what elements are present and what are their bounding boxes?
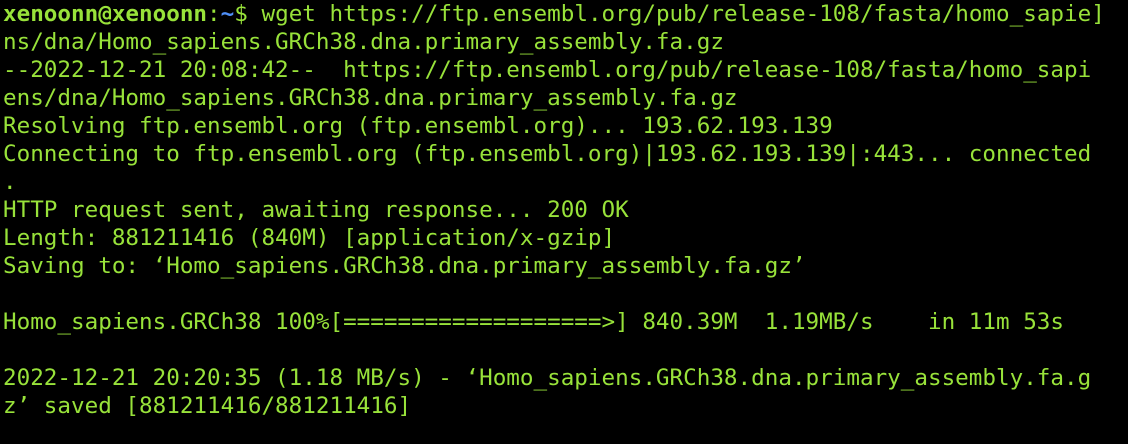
output-line: --2022-12-21 20:08:42-- https://ftp.ense… [3, 57, 1092, 83]
command-line-continued: ns/dna/Homo_sapiens.GRCh38.dna.primary_a… [3, 29, 724, 55]
terminal-window[interactable]: xenoonn@xenoonn:~$ wget https://ftp.ense… [0, 0, 1128, 444]
output-line: Length: 881211416 (840M) [application/x-… [3, 225, 616, 251]
output-line: ens/dna/Homo_sapiens.GRCh38.dna.primary_… [3, 85, 738, 111]
progress-line: Homo_sapiens.GRCh38 100%[===============… [3, 309, 1065, 335]
output-line: Saving to: ‘Homo_sapiens.GRCh38.dna.prim… [3, 253, 806, 279]
prompt-path: ~ [220, 1, 235, 27]
saved-line: z’ saved [881211416/881211416] [3, 393, 412, 419]
prompt-separator: : [207, 1, 221, 27]
command-text: wget https://ftp.ensembl.org/pub/release… [261, 1, 1092, 27]
prompt-dollar: $ [234, 1, 262, 27]
prompt-user-host: xenoonn@xenoonn [3, 1, 208, 27]
saved-line: 2022-12-21 20:20:35 (1.18 MB/s) - ‘Homo_… [3, 365, 1092, 391]
output-line: Resolving ftp.ensembl.org (ftp.ensembl.o… [3, 113, 833, 139]
output-line: HTTP request sent, awaiting response... … [3, 197, 629, 223]
wrap-marker: ] [1091, 1, 1105, 27]
command-line: xenoonn@xenoonn:~$ wget https://ftp.ense… [3, 0, 1128, 28]
output-line: . [3, 169, 17, 195]
output-line: Connecting to ftp.ensembl.org (ftp.ensem… [3, 141, 1092, 167]
